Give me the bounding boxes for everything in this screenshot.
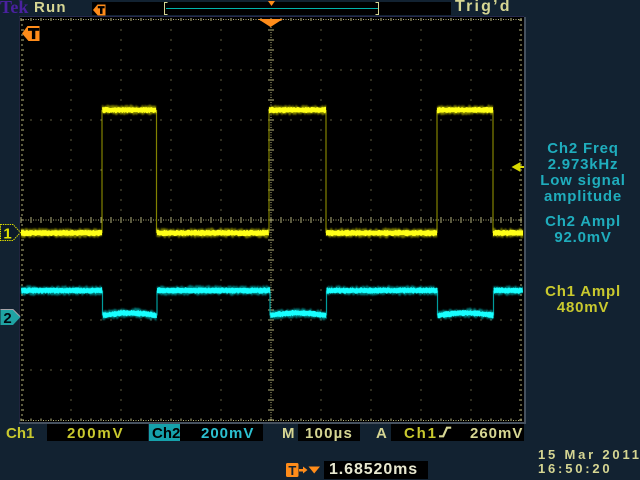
svg-text:T: T [288,463,296,478]
svg-text:1: 1 [3,226,11,243]
svg-text:2: 2 [3,310,11,327]
